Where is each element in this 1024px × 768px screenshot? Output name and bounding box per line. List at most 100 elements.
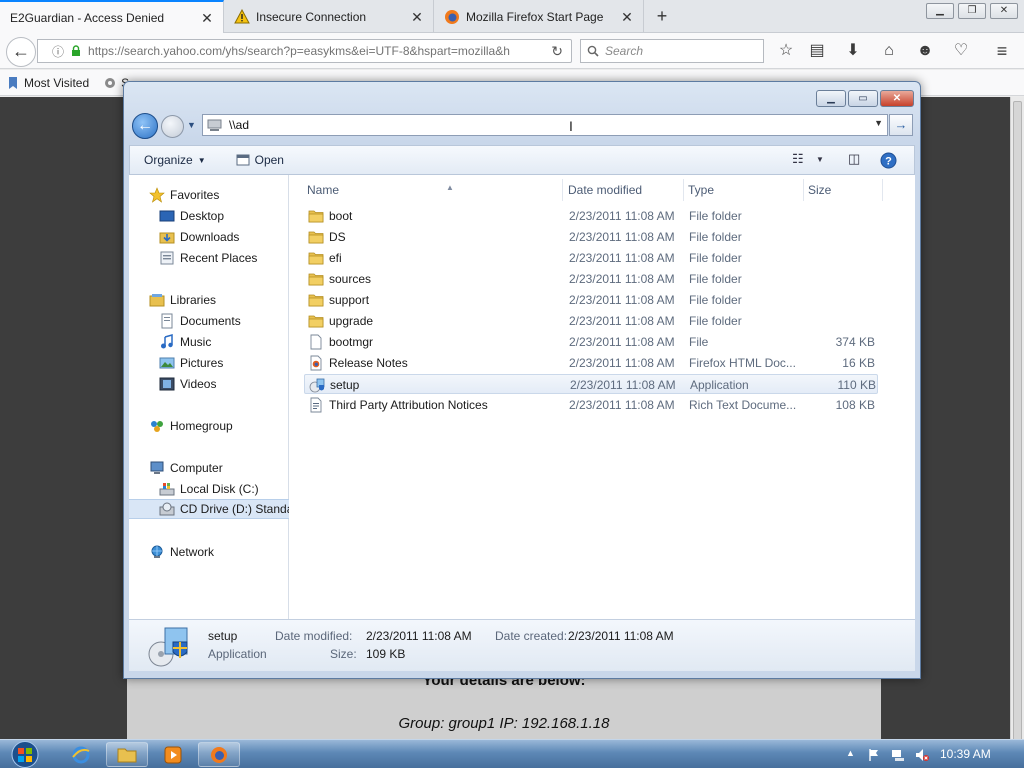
nav-desktop[interactable]: Desktop (159, 206, 224, 226)
recent-pages-chevron-icon[interactable]: ▼ (187, 120, 196, 130)
text-cursor-icon: I (569, 118, 573, 134)
file-row-ds[interactable]: DS 2/23/2011 11:08 AM File folder (304, 227, 878, 247)
folder-icon (308, 229, 324, 245)
chevron-down-icon[interactable]: ▼ (816, 155, 824, 164)
home-icon[interactable]: ⌂ (879, 41, 899, 61)
file-row-upgrade[interactable]: upgrade 2/23/2011 11:08 AM File folder (304, 311, 878, 331)
go-button[interactable]: → (889, 114, 913, 136)
taskbar-media-player-button[interactable] (152, 742, 194, 767)
nav-local-disk[interactable]: Local Disk (C:) (159, 479, 259, 499)
taskbar-firefox-button[interactable] (198, 742, 240, 767)
nav-libraries[interactable]: Libraries (149, 290, 216, 310)
tab-label: Insecure Connection (256, 9, 367, 24)
explorer-maximize-button[interactable]: ▭ (848, 90, 878, 107)
nav-label: Music (180, 335, 212, 349)
file-row-release-notes[interactable]: Release Notes 2/23/2011 11:08 AM Firefox H… (304, 353, 878, 373)
explorer-minimize-button[interactable]: ▁ (816, 90, 846, 107)
url-bar[interactable]: ⓘ https://search.yahoo.com/yhs/search?p=… (37, 39, 572, 63)
network-tray-icon[interactable] (891, 748, 905, 762)
page-scrollbar[interactable] (1010, 97, 1024, 768)
taskbar-explorer-button[interactable] (106, 742, 148, 767)
new-tab-button[interactable]: + (650, 4, 674, 28)
column-divider[interactable] (882, 179, 883, 201)
nav-homegroup[interactable]: Homegroup (149, 416, 233, 436)
help-icon[interactable]: ? (880, 152, 897, 169)
file-name: setup (330, 378, 360, 392)
tab-label: Mozilla Firefox Start Page (466, 9, 604, 24)
organize-label: Organize (144, 153, 193, 167)
file-date-modified: 2/23/2011 11:08 AM (569, 314, 675, 328)
column-header-size[interactable]: Size (808, 183, 883, 203)
tab-e2guardian[interactable]: E2Guardian - Access Denied ✕ (0, 0, 224, 33)
tab-firefox-start-page[interactable]: Mozilla Firefox Start Page ✕ (434, 0, 644, 33)
column-divider[interactable] (562, 179, 563, 201)
explorer-address-bar[interactable]: \\ad ▼ (202, 114, 888, 136)
file-row-support[interactable]: support 2/23/2011 11:08 AM File folder (304, 290, 878, 310)
start-button[interactable] (7, 740, 43, 768)
volume-muted-icon[interactable] (915, 748, 929, 762)
file-row-setup[interactable]: setup 2/23/2011 11:08 AM Application 110 KB (304, 374, 878, 394)
reading-list-icon[interactable]: ▤ (807, 41, 827, 61)
close-window-button[interactable]: ✕ (990, 3, 1018, 19)
nav-documents[interactable]: Documents (159, 311, 241, 331)
explorer-back-button[interactable]: ← (132, 113, 158, 139)
file-row-sources[interactable]: sources 2/23/2011 11:08 AM File folder (304, 269, 878, 289)
maximize-button[interactable]: ❐ (958, 3, 986, 19)
media-player-icon (164, 746, 182, 764)
show-hidden-icons-chevron-icon[interactable]: ▲ (846, 748, 860, 762)
close-icon[interactable]: ✕ (409, 9, 425, 25)
minimize-button[interactable]: ▁ (926, 3, 954, 19)
back-button[interactable]: ← (6, 37, 36, 67)
nav-videos[interactable]: Videos (159, 374, 216, 394)
file-row-bootmgr[interactable]: bootmgr 2/23/2011 11:08 AM File 374 KB (304, 332, 878, 352)
file-row-third-party-attribution-notices[interactable]: Third Party Attribution Notices 2/23/2011… (304, 395, 878, 415)
organize-button[interactable]: Organize ▼ (130, 153, 220, 167)
column-header-date-modified[interactable]: Date modified (568, 183, 683, 203)
open-button[interactable]: Open (220, 153, 298, 167)
setup-app-icon (309, 377, 325, 393)
nav-label: Libraries (170, 293, 217, 307)
bookmark-most-visited[interactable]: Most Visited (6, 76, 89, 90)
change-view-icon[interactable]: ☷ (792, 151, 804, 167)
nav-network[interactable]: Network (149, 542, 214, 562)
file-date-modified: 2/23/2011 11:08 AM (569, 293, 675, 307)
explorer-forward-button[interactable] (161, 115, 184, 138)
folder-icon (308, 292, 324, 308)
nav-computer[interactable]: Computer (149, 458, 223, 478)
column-header-name[interactable]: Name ▲ (307, 183, 562, 203)
download-icon[interactable]: ⬇ (843, 41, 863, 61)
system-clock[interactable]: 10:39 AM (940, 747, 991, 761)
nav-pictures[interactable]: Pictures (159, 353, 223, 373)
column-divider[interactable] (803, 179, 804, 201)
reload-icon[interactable]: ↻ (551, 43, 563, 60)
html-file-icon (308, 355, 324, 371)
scrollbar-thumb[interactable] (1013, 101, 1022, 768)
preview-pane-icon[interactable]: ◫ (848, 151, 860, 167)
explorer-close-button[interactable]: ✕ (880, 90, 914, 107)
nav-favorites[interactable]: Favorites (149, 185, 219, 205)
file-row-efi[interactable]: efi 2/23/2011 11:08 AM File folder (304, 248, 878, 268)
nav-downloads[interactable]: Downloads (159, 227, 239, 247)
tab-insecure-connection[interactable]: Insecure Connection ✕ (224, 0, 434, 33)
pocket-icon[interactable]: ♡ (951, 41, 971, 61)
nav-music[interactable]: Music (159, 332, 211, 352)
action-center-flag-icon[interactable] (867, 748, 881, 762)
hello-icon[interactable]: ☻ (915, 41, 935, 61)
chevron-down-icon[interactable]: ▼ (874, 118, 883, 128)
file-date-modified: 2/23/2011 11:08 AM (569, 272, 675, 286)
info-icon[interactable]: ⓘ (52, 43, 64, 60)
nav-recent-places[interactable]: Recent Places (159, 248, 257, 268)
close-icon[interactable]: ✕ (619, 9, 635, 25)
search-icon (587, 45, 599, 57)
file-row-boot[interactable]: boot 2/23/2011 11:08 AM File folder (304, 206, 878, 226)
nav-cd-drive[interactable]: CD Drive (D:) Standa (129, 499, 289, 519)
bookmark-star-icon[interactable]: ☆ (776, 41, 796, 61)
menu-icon[interactable]: ≡ (992, 41, 1012, 61)
search-bar[interactable]: Search (580, 39, 764, 63)
folder-icon (308, 271, 324, 287)
column-divider[interactable] (683, 179, 684, 201)
column-header-type[interactable]: Type (688, 183, 803, 203)
file-name: Release Notes (329, 356, 408, 370)
taskbar-ie-button[interactable] (60, 742, 102, 767)
close-icon[interactable]: ✕ (199, 10, 215, 26)
